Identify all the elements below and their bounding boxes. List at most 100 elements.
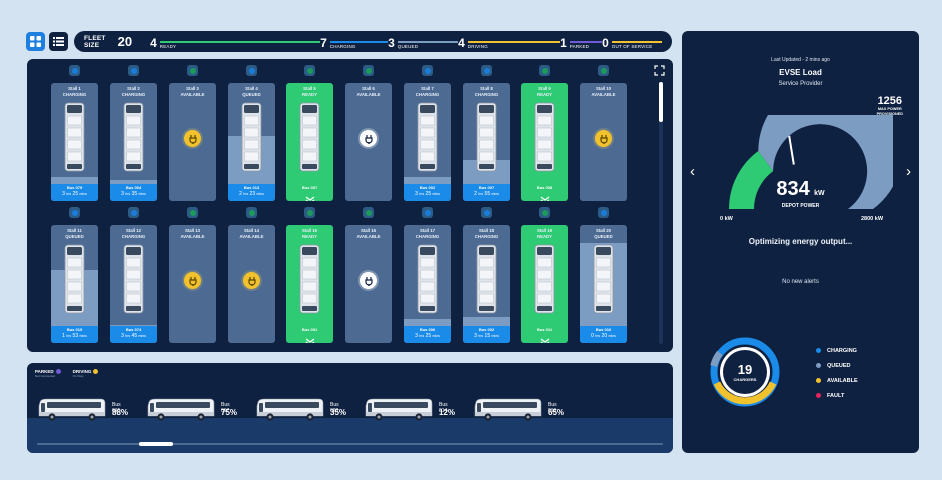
eta-hours: 2 xyxy=(239,191,242,197)
stall-card[interactable]: Stall 9 READY Bus 008 xyxy=(521,83,568,201)
stat-label-text: DRIVING xyxy=(467,44,488,49)
connector-dot xyxy=(71,67,78,74)
stall-card[interactable]: Stall 6 AVAILABLE xyxy=(345,83,392,201)
eta-mins-unit: mins xyxy=(79,192,87,196)
eta: 2 hrs 55 mins xyxy=(463,191,510,197)
eta-minutes: 25 xyxy=(425,333,432,339)
grid-icon xyxy=(30,36,41,47)
stall-card[interactable]: Stall 4 QUEUED Bus 013 2 hrs 23 mins xyxy=(228,83,275,201)
driving-scrollbar[interactable] xyxy=(37,443,663,445)
stat-line xyxy=(611,41,663,43)
connector-dot xyxy=(600,67,607,74)
stall-title: Stall 13 AVAILABLE xyxy=(169,228,216,240)
connector-dot xyxy=(71,209,78,216)
connector-dot xyxy=(306,209,313,216)
bus-id: Bus 016 xyxy=(595,327,612,332)
legend-dot xyxy=(816,393,821,398)
bus-icon xyxy=(299,102,320,172)
power-unit: kW xyxy=(814,190,825,197)
gauge-min-label: 0 kW xyxy=(720,216,733,222)
bus-icon xyxy=(64,244,85,314)
stall-connector-indicator xyxy=(304,207,315,218)
scrollbar-thumb[interactable] xyxy=(659,82,663,122)
eta-hours: 3 xyxy=(121,191,124,197)
chargers-label: CHARGERS xyxy=(733,377,757,382)
driving-panel: PARKED Not Connected DRIVING On Duty Bus… xyxy=(27,363,673,453)
stall-connector-indicator xyxy=(481,65,492,76)
driving-scrollbar-thumb[interactable] xyxy=(139,442,173,446)
eta-mins-unit: mins xyxy=(432,192,440,196)
bus-id: Bus 002 xyxy=(419,185,436,190)
plug-icon xyxy=(593,128,614,149)
stall-status: CHARGING xyxy=(121,92,146,97)
stat-label-text: PARKED xyxy=(569,44,590,49)
bus-top-view xyxy=(64,102,85,172)
stall-title: Stall 9 READY xyxy=(521,86,568,98)
stall-card[interactable]: Stall 5 READY Bus 007 xyxy=(286,83,333,201)
stall-card[interactable]: Stall 13 AVAILABLE xyxy=(169,225,216,343)
stall-status: READY xyxy=(536,92,553,97)
stall-footer: Bus 007 xyxy=(286,184,333,201)
bus-icon xyxy=(476,244,497,314)
stall-title: Stall 5 READY xyxy=(286,86,333,98)
stall-card[interactable]: Stall 20 QUEUED Bus 016 0 hrs 20 mins xyxy=(580,225,627,343)
eta: 2 hrs 23 mins xyxy=(228,191,275,197)
bus-id: Bus 079 xyxy=(66,185,83,190)
stall-status: QUEUED xyxy=(242,92,261,97)
chevron-down-icon xyxy=(305,196,314,201)
stall-card[interactable]: Stall 1 CHARGING Bus 079 3 hrs 25 mins xyxy=(51,83,98,201)
stall-card[interactable]: Stall 12 CHARGING Bus 074 3 hrs 45 mins xyxy=(110,225,157,343)
eta-hrs-unit: hrs xyxy=(478,334,484,338)
plug-icon xyxy=(182,128,203,149)
stall-card[interactable]: Stall 2 CHARGING Bus 004 3 hrs 35 mins xyxy=(110,83,157,201)
stall-status: READY xyxy=(536,234,553,239)
stall-card[interactable]: Stall 14 AVAILABLE xyxy=(228,225,275,343)
connector-dot xyxy=(483,209,490,216)
stall-card[interactable]: Stall 11 QUEUED Bus 015 1 hrs 53 mins xyxy=(51,225,98,343)
connector-dot xyxy=(483,67,490,74)
stat-label-text: OUT OF SERVICE xyxy=(611,44,653,49)
stall-connector-indicator xyxy=(363,65,374,76)
chevron-down-icon xyxy=(305,338,314,343)
expand-icon[interactable] xyxy=(654,65,665,76)
fleet-size-value: 20 xyxy=(117,34,133,49)
list-view-button[interactable] xyxy=(49,32,68,51)
stall-card[interactable]: Stall 17 CHARGING Bus 006 3 hrs 25 mins xyxy=(404,225,451,343)
max-power-value: 1256 xyxy=(877,95,903,107)
stalls-panel: Stall 1 CHARGING Bus 079 3 hrs 25 mins Stall… xyxy=(27,59,673,352)
stall-card[interactable]: Stall 7 CHARGING Bus 002 3 hrs 25 mins xyxy=(404,83,451,201)
gauge-max-label: 2800 kW xyxy=(861,216,884,222)
bus-id: Bus 001 xyxy=(301,327,318,332)
stall-status: CHARGING xyxy=(474,92,499,97)
eta-hours: 3 xyxy=(415,333,418,339)
stall-card[interactable]: Stall 3 AVAILABLE xyxy=(169,83,216,201)
stat-label-text: QUEUED xyxy=(397,44,419,49)
eta-hours: 0 xyxy=(591,333,594,339)
stall-title: Stall 1 CHARGING xyxy=(51,86,98,98)
stall-connector-indicator xyxy=(304,65,315,76)
bus-top-view xyxy=(241,102,262,172)
stall-connector-indicator xyxy=(363,207,374,218)
connector-dot xyxy=(130,209,137,216)
connector-dot xyxy=(306,67,313,74)
eta-hours: 3 xyxy=(62,191,65,197)
stall-status: CHARGING xyxy=(62,92,87,97)
grid-view-button[interactable] xyxy=(26,32,45,51)
driving-sub: On Duty xyxy=(72,374,84,379)
eta: 3 hrs 15 mins xyxy=(463,333,510,339)
stall-status: CHARGING xyxy=(474,234,499,239)
stall-card[interactable]: Stall 19 READY Bus 011 xyxy=(521,225,568,343)
stall-connector-indicator xyxy=(539,65,550,76)
fleet-stat-parked: 1 PARKED xyxy=(560,31,603,52)
stall-card[interactable]: Stall 18 CHARGING Bus 002 3 hrs 15 mins xyxy=(463,225,510,343)
stall-footer: Bus 008 xyxy=(521,184,568,201)
bus-top-view xyxy=(123,244,144,314)
stall-card[interactable]: Stall 8 CHARGING Bus 007 2 hrs 55 mins xyxy=(463,83,510,201)
stall-card[interactable]: Stall 15 READY Bus 001 xyxy=(286,225,333,343)
stall-card[interactable]: Stall 16 AVAILABLE xyxy=(345,225,392,343)
stall-card[interactable]: Stall 10 AVAILABLE xyxy=(580,83,627,201)
chargers-legend: CHARGING QUEUED AVAILABLE FAULT xyxy=(816,343,858,403)
stall-connector-indicator xyxy=(69,65,80,76)
stalls-scrollbar[interactable] xyxy=(659,82,663,344)
bus-top-view xyxy=(534,102,555,172)
